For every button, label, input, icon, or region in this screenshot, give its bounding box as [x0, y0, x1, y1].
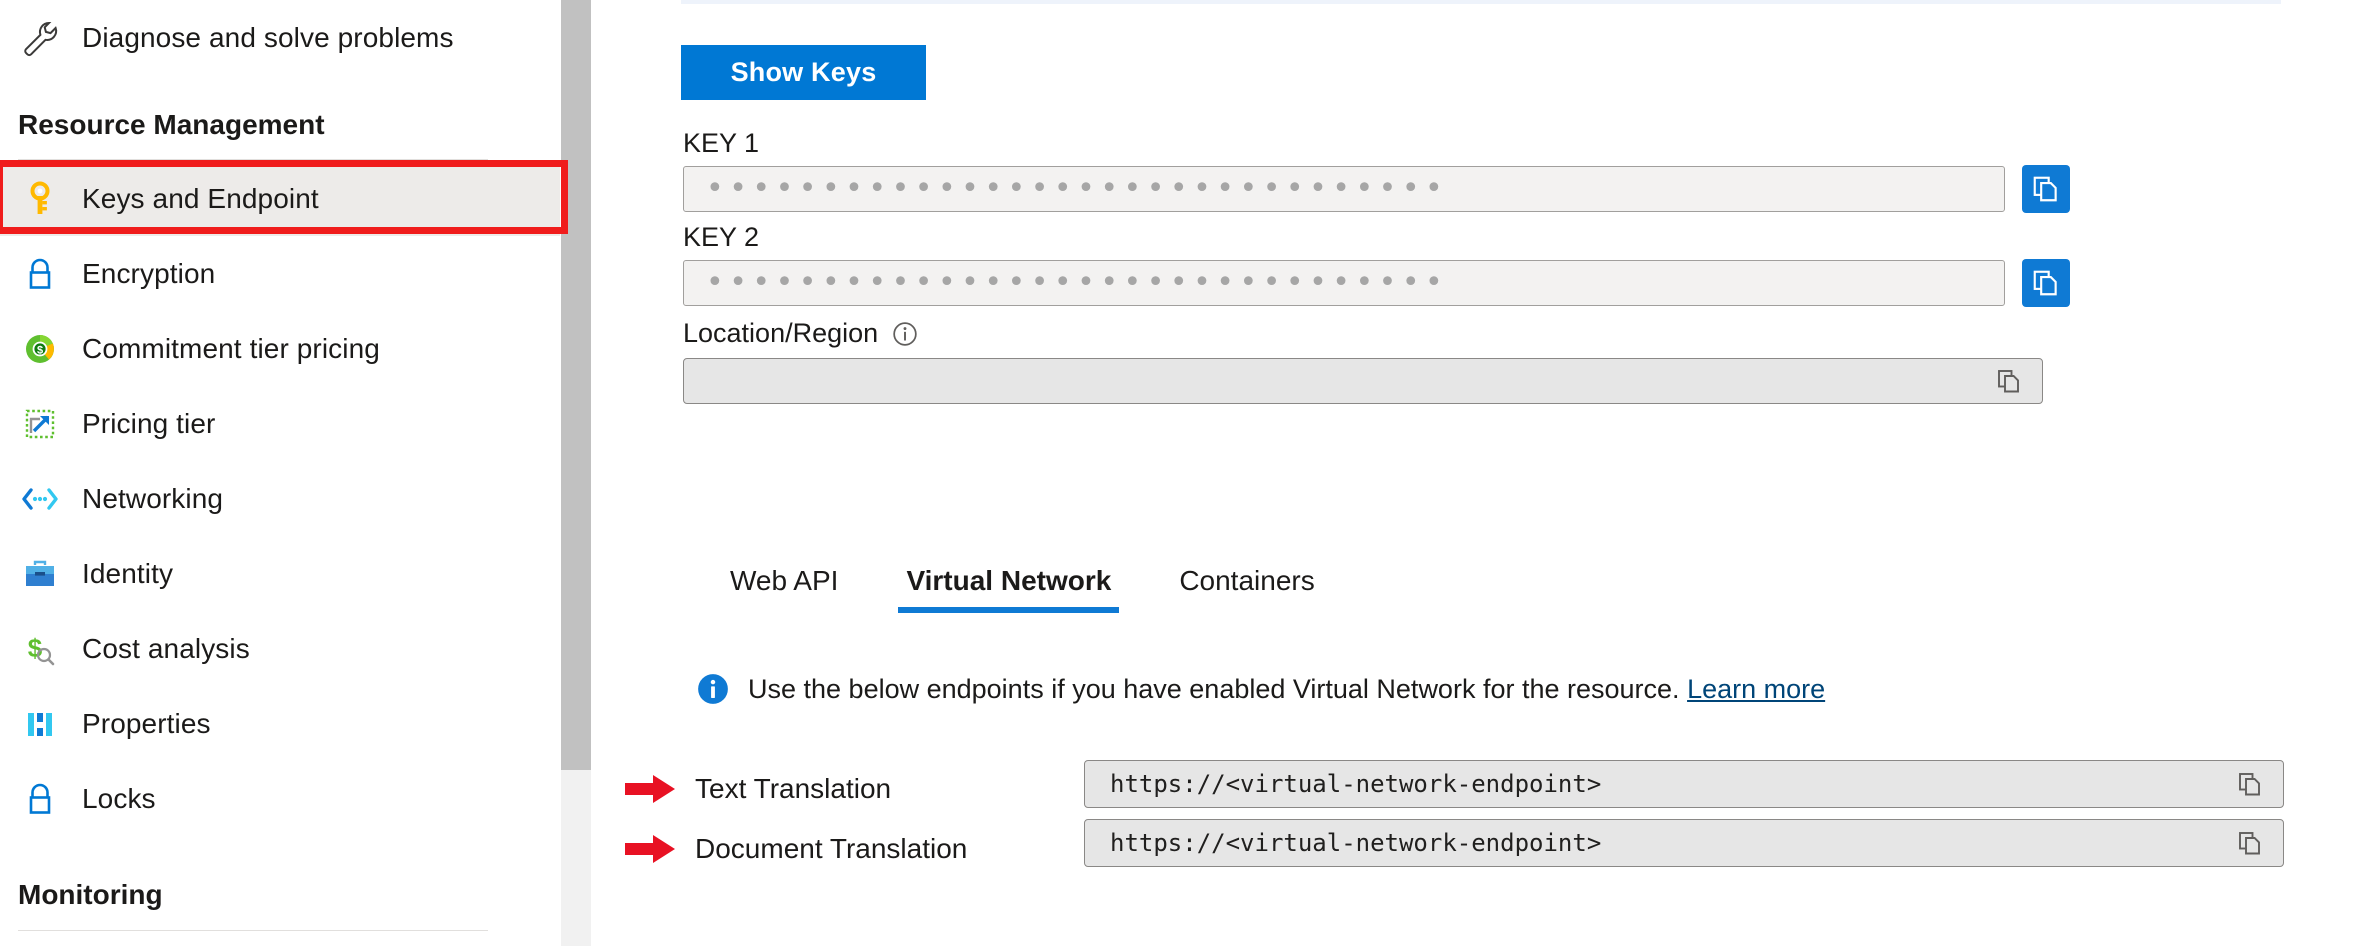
key2-label: KEY 2 — [683, 222, 759, 253]
info-banner-message: Use the below endpoints if you have enab… — [748, 674, 1680, 704]
key1-label: KEY 1 — [683, 128, 759, 159]
sidebar-divider — [18, 930, 488, 931]
sidebar-item-label: Networking — [82, 483, 223, 515]
svg-text:$: $ — [37, 344, 43, 356]
key1-field[interactable]: •••••••••••••••••••••••••••••••• — [683, 166, 2005, 212]
key2-value: •••••••••••••••••••••••••••••••• — [706, 268, 1448, 298]
sidebar-section-resource-management: Resource Management — [0, 95, 325, 155]
sidebar-item-commitment-tier-pricing[interactable]: $ Commitment tier pricing — [0, 311, 380, 386]
network-chevrons-icon — [18, 477, 62, 521]
endpoint-label: Text Translation — [695, 773, 945, 805]
sidebar-item-keys-and-endpoint[interactable]: Keys and Endpoint — [0, 161, 560, 236]
briefcase-icon — [18, 552, 62, 596]
show-keys-button[interactable]: Show Keys — [681, 45, 926, 100]
left-navigation-sidebar: Diagnose and solve problems Resource Man… — [0, 0, 560, 946]
sidebar-divider — [18, 159, 488, 160]
keys-and-endpoint-panel: Show Keys KEY 1 ••••••••••••••••••••••••… — [591, 0, 2359, 946]
tab-containers[interactable]: Containers — [1145, 565, 1348, 613]
sidebar-item-label: Encryption — [82, 258, 215, 290]
copy-icon — [2236, 770, 2264, 798]
location-region-label: Location/Region — [683, 318, 918, 349]
document-translation-endpoint-field[interactable]: https://<virtual-network-endpoint> — [1084, 819, 2284, 867]
copy-icon — [2031, 268, 2061, 298]
text-translation-endpoint-field[interactable]: https://<virtual-network-endpoint> — [1084, 760, 2284, 808]
sidebar-item-label: Properties — [82, 708, 211, 740]
key1-copy-button[interactable] — [2022, 165, 2070, 213]
tab-virtual-network[interactable]: Virtual Network — [872, 565, 1145, 613]
dollar-magnifier-icon: $ — [18, 627, 62, 671]
key2-field[interactable]: •••••••••••••••••••••••••••••••• — [683, 260, 2005, 306]
location-region-copy-button[interactable] — [1992, 364, 2026, 398]
virtual-network-info-banner: Use the below endpoints if you have enab… — [696, 672, 1825, 706]
tab-web-api[interactable]: Web API — [696, 565, 872, 613]
bars-icon — [18, 702, 62, 746]
sidebar-item-encryption[interactable]: Encryption — [0, 236, 215, 311]
endpoint-value: https://<virtual-network-endpoint> — [1085, 829, 1601, 857]
info-circle-icon[interactable] — [892, 321, 918, 347]
info-filled-icon — [696, 672, 730, 706]
text-translation-copy-button[interactable] — [2233, 767, 2267, 801]
copy-icon — [2236, 829, 2264, 857]
location-region-field[interactable] — [683, 358, 2043, 404]
sidebar-item-properties[interactable]: Properties — [0, 686, 211, 761]
endpoint-tabs: Web API Virtual Network Containers — [696, 565, 1349, 613]
lock-icon — [18, 252, 62, 296]
sidebar-item-locks[interactable]: Locks — [0, 761, 156, 836]
sidebar-item-label: Cost analysis — [82, 633, 250, 665]
learn-more-link[interactable]: Learn more — [1687, 674, 1825, 704]
location-region-label-text: Location/Region — [683, 318, 878, 349]
sidebar-item-label: Keys and Endpoint — [82, 183, 319, 215]
endpoint-row-text-translation: Text Translation — [621, 760, 945, 818]
arrow-upgrade-icon — [18, 402, 62, 446]
document-translation-copy-button[interactable] — [2233, 826, 2267, 860]
red-arrow-icon — [621, 771, 681, 807]
sidebar-item-diagnose-and-solve-problems[interactable]: Diagnose and solve problems — [0, 0, 560, 75]
panel-top-divider — [681, 0, 2281, 4]
info-banner-text: Use the below endpoints if you have enab… — [748, 674, 1825, 705]
key-icon — [18, 177, 62, 221]
sidebar-item-label: Diagnose and solve problems — [82, 22, 454, 54]
red-arrow-icon — [621, 831, 681, 867]
sidebar-item-label: Commitment tier pricing — [82, 333, 380, 365]
endpoint-label: Document Translation — [695, 833, 945, 865]
sidebar-section-monitoring: Monitoring — [0, 865, 163, 925]
sidebar-item-cost-analysis[interactable]: $ Cost analysis — [0, 611, 250, 686]
copy-icon — [1995, 367, 2023, 395]
sidebar-item-identity[interactable]: Identity — [0, 536, 173, 611]
key2-copy-button[interactable] — [2022, 259, 2070, 307]
sidebar-item-pricing-tier[interactable]: Pricing tier — [0, 386, 215, 461]
sidebar-item-label: Pricing tier — [82, 408, 215, 440]
copy-icon — [2031, 174, 2061, 204]
endpoint-row-document-translation: Document Translation — [621, 820, 945, 878]
sidebar-item-label: Locks — [82, 783, 156, 815]
key1-value: •••••••••••••••••••••••••••••••• — [706, 174, 1448, 204]
sidebar-item-networking[interactable]: Networking — [0, 461, 223, 536]
sidebar-item-label: Identity — [82, 558, 173, 590]
donut-dollar-icon: $ — [18, 327, 62, 371]
wrench-icon — [18, 16, 62, 60]
endpoint-value: https://<virtual-network-endpoint> — [1085, 770, 1601, 798]
lock-icon — [18, 777, 62, 821]
sidebar-scrollbar-thumb[interactable] — [561, 0, 591, 770]
